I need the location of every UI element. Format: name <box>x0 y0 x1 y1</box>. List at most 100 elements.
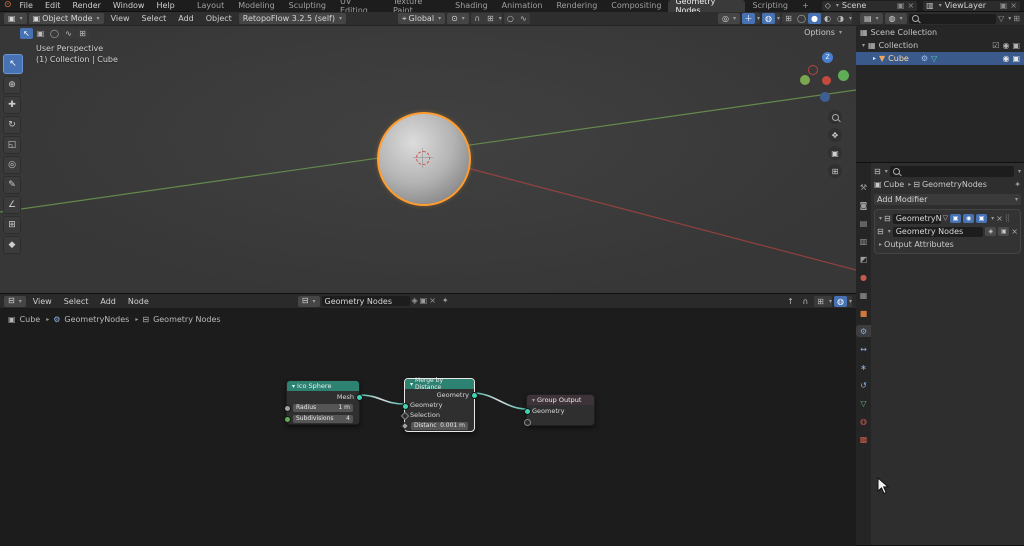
edit-mode-toggle-icon[interactable]: ▣ <box>950 214 961 223</box>
tab-scene-icon[interactable]: ◩ <box>856 253 871 265</box>
tool-move[interactable]: ✚ <box>3 96 21 114</box>
tool-transform[interactable]: ◎ <box>3 156 21 174</box>
input-socket-geometry[interactable] <box>524 408 531 415</box>
node-header[interactable]: ▾ Ico Sphere <box>287 381 359 391</box>
filter-icon[interactable]: ▽ <box>998 15 1004 23</box>
select-extend-icon[interactable]: ⊞ <box>76 28 89 39</box>
duplicate-icon[interactable]: ▣ <box>998 227 1009 236</box>
chevron-down-icon[interactable]: ▾ <box>1018 168 1021 175</box>
chevron-down-icon[interactable]: ▾ <box>1008 15 1011 22</box>
tool-rotate[interactable]: ↻ <box>3 116 21 134</box>
duplicate-icon[interactable]: ▣ <box>1000 2 1008 10</box>
node-header[interactable]: ▾ Merge by Distance <box>405 379 474 389</box>
breadcrumb-object[interactable]: Cube <box>884 180 905 189</box>
new-collection-icon[interactable]: ⊞ <box>1013 15 1020 23</box>
add-workspace-button[interactable]: + <box>795 0 816 12</box>
node-group-output[interactable]: ▾ Group Output Geometry <box>526 394 595 426</box>
funnel-icon[interactable]: ▽ <box>943 215 948 222</box>
menu-window[interactable]: Window <box>107 1 151 10</box>
retopoflow-dropdown[interactable]: RetopoFlow 3.2.5 (self) ▾ <box>239 13 346 24</box>
show-overlays-icon[interactable]: ◍ <box>762 13 775 24</box>
shading-wireframe-icon[interactable]: ◯ <box>795 13 808 24</box>
blender-logo-icon[interactable]: ⊙ <box>4 1 12 10</box>
gizmo-y-axis[interactable] <box>838 70 849 81</box>
node-group-field[interactable]: Geometry Nodes <box>893 227 984 237</box>
tool-annotate[interactable]: ✎ <box>3 176 21 194</box>
mode-dropdown[interactable]: ▣ Object Mode ▾ <box>29 13 104 24</box>
workspace-tab-shading[interactable]: Shading <box>448 0 495 12</box>
tab-texture-icon[interactable]: ▩ <box>856 433 871 445</box>
close-icon[interactable]: × <box>996 215 1003 223</box>
display-mode-dropdown[interactable]: ◍ ▾ <box>885 13 907 24</box>
properties-editor-icon[interactable]: ⊟ <box>874 168 881 176</box>
tab-object-data-icon[interactable]: ▽ <box>856 397 871 409</box>
orientation-dropdown[interactable]: ⌖ Global ▾ <box>398 13 445 24</box>
snap-magnet-icon[interactable]: ∩ <box>471 13 484 24</box>
add-modifier-dropdown[interactable]: Add Modifier ▾ <box>874 194 1021 205</box>
shading-material-icon[interactable]: ◐ <box>821 13 834 24</box>
gizmo-neg-y-axis[interactable] <box>800 75 810 85</box>
tab-collection-icon[interactable]: ▦ <box>856 289 871 301</box>
xray-toggle-icon[interactable]: ⊞ <box>782 13 795 24</box>
input-socket-radius[interactable] <box>284 405 291 412</box>
tool-cursor[interactable]: ⊕ <box>3 76 21 94</box>
move-view-button[interactable]: ✥ <box>828 128 842 142</box>
workspace-tab-scripting[interactable]: Scripting <box>745 0 795 12</box>
workspace-tab-texture-paint[interactable]: Texture Paint <box>386 0 448 12</box>
select-tweak-icon[interactable]: ↖ <box>20 28 33 39</box>
input-socket-geometry[interactable] <box>402 403 409 410</box>
tab-material-icon[interactable]: ◍ <box>856 415 871 427</box>
tab-world-icon[interactable]: ● <box>856 271 871 283</box>
gizmo-neg-z-axis[interactable] <box>820 92 830 102</box>
distance-field[interactable]: Distanc 0.001 m <box>411 422 468 430</box>
tool-select-box[interactable]: ↖ <box>3 54 23 74</box>
menu-edit[interactable]: Edit <box>39 1 67 10</box>
options-dropdown[interactable]: Options ▾ <box>804 28 842 37</box>
tab-tool-icon[interactable]: ⚒ <box>856 181 871 193</box>
node-header[interactable]: ▾ Group Output <box>527 395 594 405</box>
navigation-gizmo[interactable]: Z <box>800 52 852 104</box>
chevron-down-icon[interactable]: ▾ <box>849 15 852 22</box>
workspace-tab-compositing[interactable]: Compositing <box>604 0 668 12</box>
viewport-menu-view[interactable]: View <box>106 14 135 23</box>
geometry-nodes-icon[interactable]: ▽ <box>931 55 937 63</box>
chevron-down-icon[interactable]: ▾ <box>757 15 760 22</box>
expand-icon[interactable]: ▾ <box>879 215 882 222</box>
view-layer-selector[interactable]: ▥ ▾ ViewLayer ▣ × <box>923 1 1020 11</box>
chevron-down-icon[interactable]: ▾ <box>410 381 413 388</box>
eye-icon[interactable]: ◉ <box>1002 55 1009 63</box>
scene-selector[interactable]: ◇ ▾ Scene ▣ × <box>822 1 917 11</box>
output-attributes-row[interactable]: ▸ Output Attributes <box>877 238 1018 251</box>
close-icon[interactable]: × <box>1010 2 1017 10</box>
tool-add-cube[interactable]: ⊞ <box>3 216 21 234</box>
shield-icon[interactable]: ◈ <box>985 227 996 236</box>
shading-solid-icon[interactable]: ● <box>808 13 821 24</box>
proportional-edit-icon[interactable]: ○ <box>504 13 517 24</box>
show-gizmo-icon[interactable]: ＋ <box>742 13 755 24</box>
outliner-row-cube[interactable]: ▸ ▼ Cube ⚙ ▽ ◉ ▣ <box>856 52 1024 65</box>
render-toggle-icon[interactable]: ▣ <box>976 214 987 223</box>
select-circle-icon[interactable]: ◯ <box>48 28 61 39</box>
menu-render[interactable]: Render <box>66 1 106 10</box>
chevron-down-icon[interactable]: ▾ <box>292 383 295 390</box>
workspace-tab-uv-editing[interactable]: UV Editing <box>333 0 386 12</box>
shading-rendered-icon[interactable]: ◑ <box>834 13 847 24</box>
tab-object-icon[interactable]: ■ <box>856 307 871 319</box>
tab-physics-icon[interactable]: ↺ <box>856 379 871 391</box>
tool-measure[interactable]: ∠ <box>3 196 21 214</box>
tool-scale[interactable]: ◱ <box>3 136 21 154</box>
select-box-icon[interactable]: ▣ <box>34 28 47 39</box>
checkbox-icon[interactable]: ☑ <box>992 42 999 50</box>
realtime-toggle-icon[interactable]: ◉ <box>963 214 974 223</box>
duplicate-icon[interactable]: ▣ <box>897 2 905 10</box>
gizmo-neg-x-axis[interactable] <box>808 65 818 75</box>
node-merge-by-distance[interactable]: ▾ Merge by Distance Geometry Geometry Se… <box>404 378 475 432</box>
close-icon[interactable]: × <box>1011 228 1018 236</box>
node-ico-sphere[interactable]: ▾ Ico Sphere Mesh Radius 1 m Subdivision… <box>286 380 360 425</box>
orthographic-button[interactable]: ⊞ <box>828 164 842 178</box>
tab-modifiers-icon[interactable]: ⚙ <box>856 325 871 337</box>
outliner-search-input[interactable] <box>909 14 997 24</box>
chevron-down-icon[interactable]: ▾ <box>532 397 535 404</box>
tab-view-layer-icon[interactable]: ▥ <box>856 235 871 247</box>
chevron-down-icon[interactable]: ▾ <box>885 168 888 175</box>
